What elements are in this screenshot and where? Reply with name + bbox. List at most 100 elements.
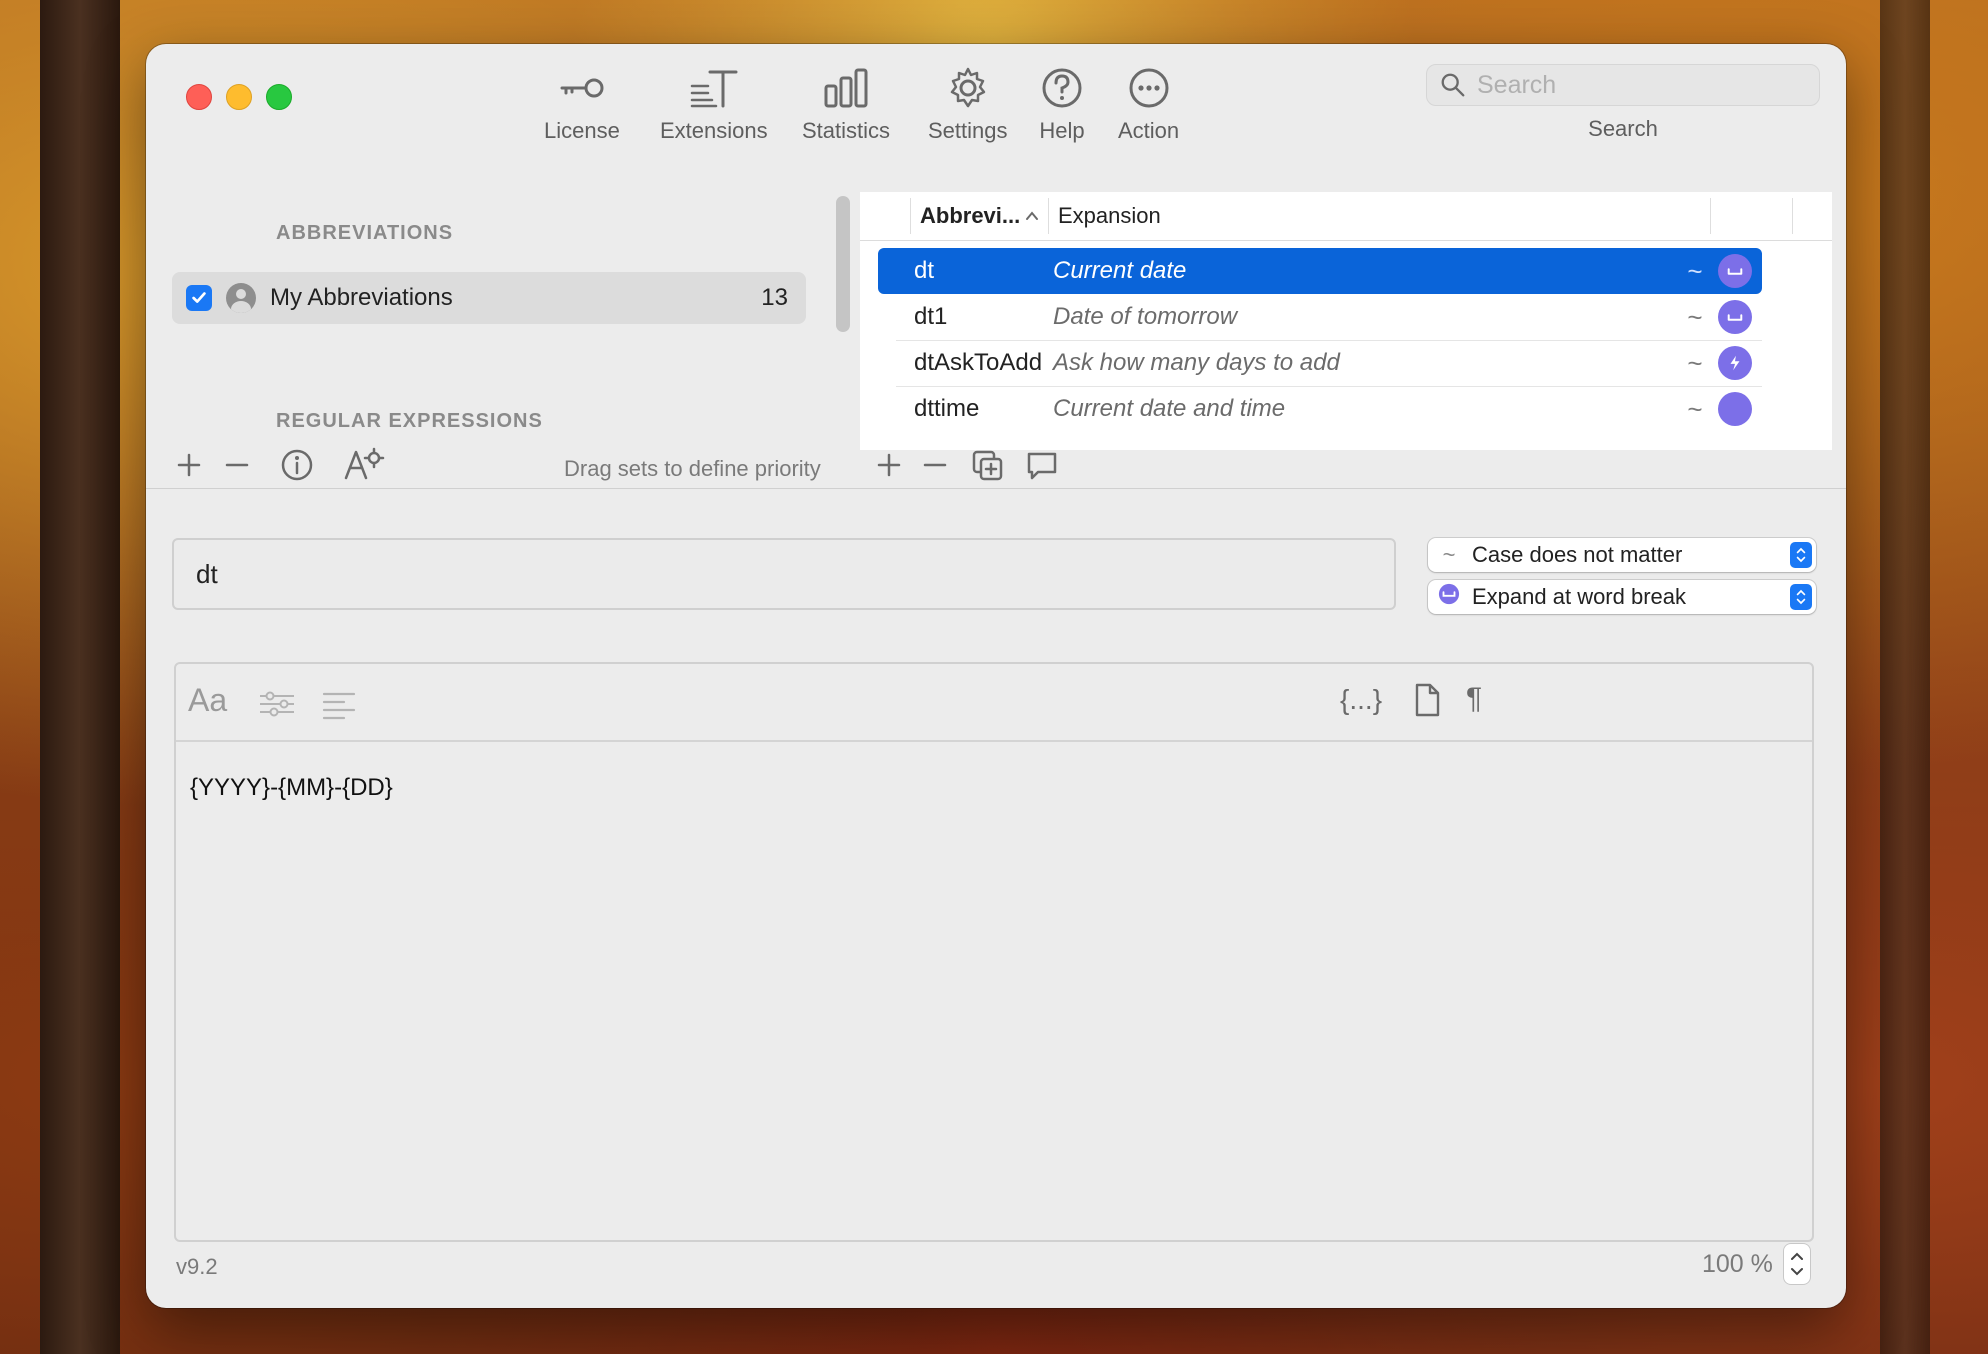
toolbar-action-button[interactable]: Action: [1118, 64, 1179, 144]
drag-sets-hint: Drag sets to define priority: [564, 456, 821, 481]
set-name: My Abbreviations: [270, 284, 453, 311]
case-insensitive-icon: ~: [1687, 255, 1703, 286]
tree-trunk: [1880, 0, 1930, 1354]
column-separator: [910, 198, 911, 234]
expand-option-label: Expand at word break: [1472, 584, 1687, 609]
column-header-expansion[interactable]: Expansion: [1058, 192, 1458, 240]
search-input[interactable]: [1475, 69, 1779, 101]
tilde-icon: ~: [1442, 542, 1456, 567]
row-expansion: Current date and time: [1053, 395, 1286, 422]
remove-set-icon[interactable]: [224, 452, 250, 478]
search-icon: [1441, 73, 1465, 97]
toolbar-statistics-button[interactable]: Statistics: [802, 64, 890, 144]
toolbar-help-button[interactable]: Help: [1034, 64, 1090, 144]
sets-bottom-bar: Drag sets to define priority: [146, 442, 822, 488]
toolbar-license-button[interactable]: License: [544, 64, 620, 144]
remove-abbreviation-icon[interactable]: [922, 452, 948, 478]
gear-icon: [950, 67, 985, 108]
split-divider[interactable]: [146, 488, 1846, 489]
abbreviation-set-row[interactable]: My Abbreviations 13: [172, 272, 806, 324]
key-icon: [560, 78, 604, 98]
editor-toolbar: Aa {...} ¶: [176, 664, 1812, 742]
bar-chart-icon: [824, 68, 868, 108]
row-expansion: Ask how many days to add: [1053, 349, 1340, 376]
show-invisibles-button[interactable]: ¶: [1466, 682, 1482, 716]
zoom-stepper[interactable]: [1784, 1244, 1810, 1284]
column-header-abbreviation[interactable]: Abbrevi...: [920, 192, 1038, 240]
help-icon: [1042, 68, 1082, 108]
comment-icon[interactable]: [1024, 448, 1060, 484]
table-row[interactable]: dtAskToAdd Ask how many days to add ~: [878, 340, 1762, 386]
app-window: License Extensions Statistics Settings H…: [146, 44, 1846, 1308]
regex-section-clip: REGULAR EXPRESSIONS: [146, 402, 822, 430]
case-insensitive-icon: ~: [1687, 393, 1703, 424]
person-icon: [226, 283, 256, 313]
word-break-icon: [1718, 300, 1752, 334]
popup-chevrons-icon: [1790, 542, 1812, 568]
expand-trigger-popup[interactable]: Expand at word break: [1428, 580, 1816, 614]
version-label: v9.2: [176, 1254, 218, 1279]
regex-section-header: REGULAR EXPRESSIONS: [276, 410, 543, 430]
toolbar-extensions-button[interactable]: Extensions: [660, 64, 768, 144]
popup-chevrons-icon: [1790, 584, 1812, 610]
sidebar-scrollbar[interactable]: [836, 196, 850, 332]
word-break-icon: [1718, 392, 1752, 426]
zoom-level: 100 %: [1702, 1250, 1773, 1278]
align-left-icon[interactable]: [322, 690, 356, 720]
case-option-label: Case does not matter: [1472, 542, 1683, 567]
add-set-icon[interactable]: [176, 452, 202, 478]
table-row[interactable]: dttime Current date and time ~: [878, 386, 1762, 432]
case-sensitivity-popup[interactable]: ~ Case does not matter: [1428, 538, 1816, 572]
column-separator: [1048, 198, 1049, 234]
abbreviations-bottom-bar: [860, 442, 1832, 488]
table-row[interactable]: dt1 Date of tomorrow ~: [878, 294, 1762, 340]
info-icon[interactable]: [280, 448, 314, 482]
minimize-window-button[interactable]: [226, 84, 252, 110]
toolbar-help-label: Help: [1039, 118, 1085, 143]
row-abbreviation: dtAskToAdd: [914, 349, 1043, 376]
column-separator: [1792, 198, 1793, 234]
row-abbreviation: dt: [914, 257, 935, 284]
case-insensitive-icon: ~: [1687, 347, 1703, 378]
table-row-selected[interactable]: dt Current date ~: [878, 248, 1762, 294]
word-break-icon: [1718, 254, 1752, 288]
search-label: Search: [1588, 116, 1658, 141]
set-count: 13: [761, 284, 788, 311]
font-button[interactable]: Aa: [188, 682, 227, 719]
toolbar-settings-button[interactable]: Settings: [928, 64, 1008, 144]
add-abbreviation-icon[interactable]: [876, 452, 902, 478]
toolbar-action-label: Action: [1118, 118, 1180, 143]
text-settings-icon[interactable]: [342, 446, 386, 482]
document-icon[interactable]: [1412, 682, 1442, 718]
close-window-button[interactable]: [186, 84, 212, 110]
stepper-arrows-icon: [1791, 1252, 1803, 1276]
toolbar-settings-label: Settings: [928, 118, 1008, 143]
tree-trunk: [40, 0, 120, 1354]
case-insensitive-icon: ~: [1687, 301, 1703, 332]
zoom-window-button[interactable]: [266, 84, 292, 110]
ellipsis-circle-icon: [1129, 68, 1169, 108]
snippet-editor[interactable]: Aa {...} ¶ {YYYY}-{MM}-{DD}: [174, 662, 1814, 1242]
checkmark-icon: [192, 292, 206, 303]
sets-sidebar: ABBREVIATIONS My Abbreviations 13 REGULA…: [146, 192, 822, 452]
sliders-icon[interactable]: [258, 688, 296, 720]
column-separator: [1710, 198, 1711, 234]
row-expansion: Date of tomorrow: [1053, 303, 1238, 330]
snippet-text[interactable]: {YYYY}-{MM}-{DD}: [190, 774, 393, 802]
abbreviations-table: Abbrevi... Expansion dt Current date ~ d…: [860, 192, 1832, 450]
sort-ascending-icon[interactable]: [1024, 209, 1040, 223]
set-enabled-checkbox[interactable]: [186, 285, 212, 311]
row-expansion: Current date: [1053, 257, 1187, 284]
search-field[interactable]: [1426, 64, 1820, 106]
lightning-icon: [1718, 346, 1752, 380]
word-break-icon: [1436, 583, 1462, 611]
abbreviation-input[interactable]: [172, 538, 1396, 610]
toolbar-license-label: License: [544, 118, 620, 143]
duplicate-icon[interactable]: [970, 448, 1006, 484]
row-abbreviation: dttime: [914, 395, 980, 422]
toolbar-statistics-label: Statistics: [802, 118, 891, 143]
abbreviations-section-header: ABBREVIATIONS: [276, 222, 454, 244]
text-format-icon: [690, 70, 738, 108]
insert-placeholder-button[interactable]: {...}: [1340, 684, 1382, 716]
toolbar-extensions-label: Extensions: [660, 118, 768, 143]
